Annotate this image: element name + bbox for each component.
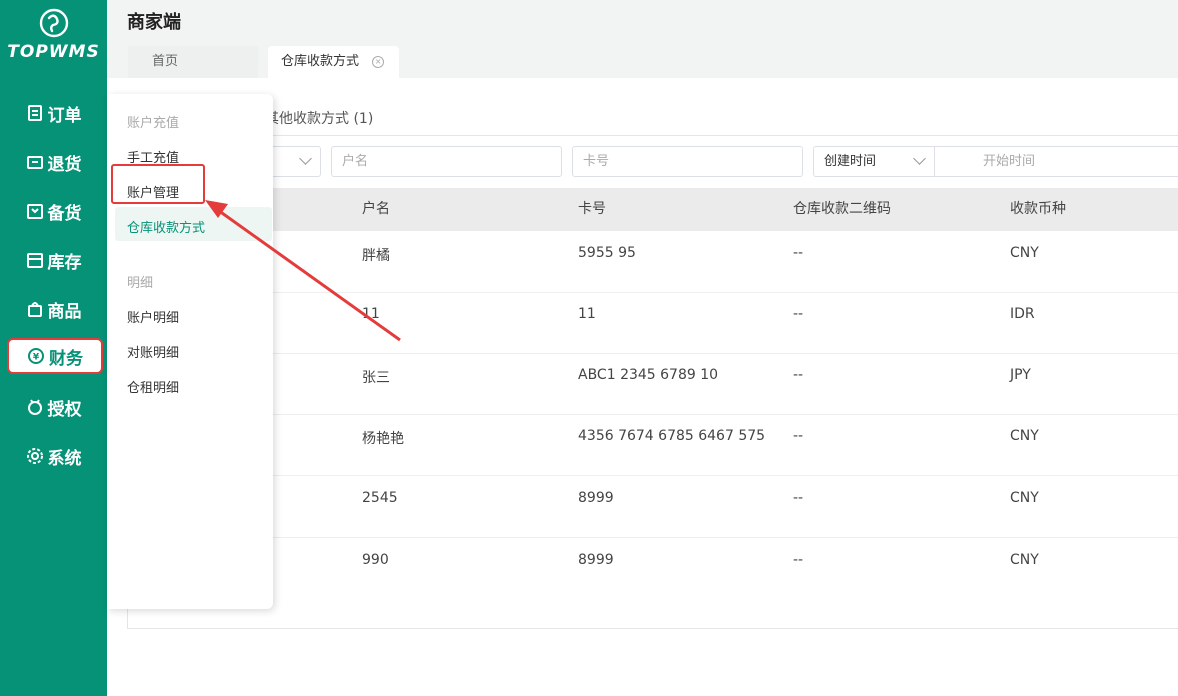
- cell-name: 11: [362, 306, 380, 322]
- highlight-box: [111, 164, 205, 204]
- return-icon: [26, 156, 43, 169]
- tab-label: 首页: [152, 54, 179, 69]
- nav-label: 备货: [47, 203, 82, 224]
- nav-item-orders[interactable]: 订单: [0, 95, 107, 131]
- tab-label: 仓库收款方式: [281, 54, 360, 69]
- cell-currency: JPY: [1010, 367, 1031, 383]
- svg-text:¥: ¥: [33, 353, 40, 363]
- inventory-icon: [26, 253, 43, 268]
- table-header: 户名 卡号 仓库收款二维码 收款币种: [128, 188, 1178, 231]
- finance-icon: ¥: [28, 348, 44, 364]
- cell-name: 张三: [362, 370, 390, 386]
- column-header: 户名: [362, 201, 390, 217]
- cell-currency: CNY: [1010, 245, 1039, 261]
- date-type-select[interactable]: 创建时间: [813, 146, 935, 177]
- nav-label: 财务: [49, 348, 83, 369]
- cell-qr: --: [793, 490, 804, 506]
- column-header: 收款币种: [1010, 201, 1066, 217]
- brand-name: TOPWMS: [7, 42, 100, 62]
- menu-item-reconciliation-details[interactable]: 对账明细: [127, 342, 179, 361]
- card-input[interactable]: 卡号: [572, 146, 803, 177]
- nav-item-returns[interactable]: 退货: [0, 144, 107, 180]
- nav-label: 库存: [47, 252, 82, 273]
- table-row: 张三 ABC1 2345 6789 10 -- JPY: [128, 353, 1178, 415]
- column-header: 仓库收款二维码: [793, 201, 891, 217]
- sidebar: TOPWMS 订单 退货 备货 库存 商品 ¥ 财务 授权 系统: [0, 0, 107, 696]
- table-row: 11 11 -- IDR: [128, 292, 1178, 354]
- nav-item-stock-prep[interactable]: 备货: [0, 193, 107, 229]
- menu-group-recharge: 账户充值: [127, 116, 180, 131]
- order-icon: [27, 105, 42, 121]
- cell-card: 8999: [578, 552, 614, 568]
- cell-name: 990: [362, 552, 389, 568]
- nav-label: 退货: [47, 154, 82, 175]
- name-input[interactable]: 户名: [331, 146, 562, 177]
- cell-qr: --: [793, 245, 804, 261]
- subtab-other-payment[interactable]: 其他收款方式 (1): [265, 108, 373, 128]
- cell-card: 5955 95: [578, 245, 636, 261]
- table-row: 胖橘 5955 95 -- CNY: [128, 231, 1178, 293]
- nav-label: 商品: [47, 301, 82, 322]
- nav-label: 系统: [47, 448, 82, 469]
- chevron-down-icon: [913, 152, 926, 165]
- cell-name: 胖橘: [362, 248, 390, 264]
- auth-icon: [27, 399, 42, 415]
- cell-currency: IDR: [1010, 306, 1035, 322]
- cell-card: 4356 7674 6785 6467 575: [578, 428, 766, 444]
- column-header: 卡号: [578, 201, 606, 217]
- product-icon: [27, 302, 42, 317]
- menu-item-rent-details[interactable]: 仓租明细: [127, 377, 179, 396]
- cell-currency: CNY: [1010, 428, 1039, 444]
- top-header: 商家端: [107, 0, 1178, 40]
- nav-item-system[interactable]: 系统: [0, 438, 107, 474]
- table-row: 杨艳艳 4356 7674 6785 6467 575 -- CNY: [128, 414, 1178, 476]
- table-row: 990 8999 -- CNY: [128, 538, 1178, 599]
- nav-item-products[interactable]: 商品: [0, 291, 107, 327]
- menu-group-details: 明细: [127, 276, 154, 291]
- cell-qr: --: [793, 552, 804, 568]
- tab-warehouse-payment[interactable]: 仓库收款方式 ×: [268, 46, 399, 78]
- start-date-input[interactable]: 开始时间: [934, 146, 1178, 177]
- nav-item-auth[interactable]: 授权: [0, 389, 107, 425]
- cell-name: 杨艳艳: [362, 431, 404, 447]
- tab-home[interactable]: 首页: [128, 46, 258, 78]
- cell-card: 11: [578, 306, 596, 322]
- table-row: 2545 8999 -- CNY: [128, 476, 1178, 538]
- menu-item-account-details[interactable]: 账户明细: [127, 307, 179, 326]
- stock-prep-icon: [26, 204, 43, 219]
- settings-icon: [26, 448, 43, 464]
- cell-qr: --: [793, 367, 804, 383]
- cell-qr: --: [793, 306, 804, 322]
- divider: [128, 628, 1178, 629]
- close-icon[interactable]: ×: [372, 55, 385, 68]
- chevron-down-icon: [299, 152, 312, 165]
- logo-icon: [39, 8, 68, 38]
- brand-logo: TOPWMS: [0, 8, 107, 62]
- nav-item-finance[interactable]: ¥ 财务: [7, 338, 103, 374]
- page-title: 商家端: [127, 12, 181, 33]
- nav-label: 订单: [47, 105, 82, 126]
- cell-name: 2545: [362, 490, 398, 506]
- date-type-value: 创建时间: [824, 154, 877, 169]
- nav-label: 授权: [47, 399, 82, 420]
- cell-card: ABC1 2345 6789 10: [578, 367, 719, 383]
- menu-item-warehouse-payment[interactable]: 仓库收款方式: [127, 217, 205, 236]
- cell-qr: --: [793, 428, 804, 444]
- cell-card: 8999: [578, 490, 614, 506]
- cell-currency: CNY: [1010, 490, 1039, 506]
- nav-item-inventory[interactable]: 库存: [0, 242, 107, 278]
- tab-bar: 首页 仓库收款方式 ×: [107, 40, 1178, 78]
- divider: [128, 135, 1178, 136]
- cell-currency: CNY: [1010, 552, 1039, 568]
